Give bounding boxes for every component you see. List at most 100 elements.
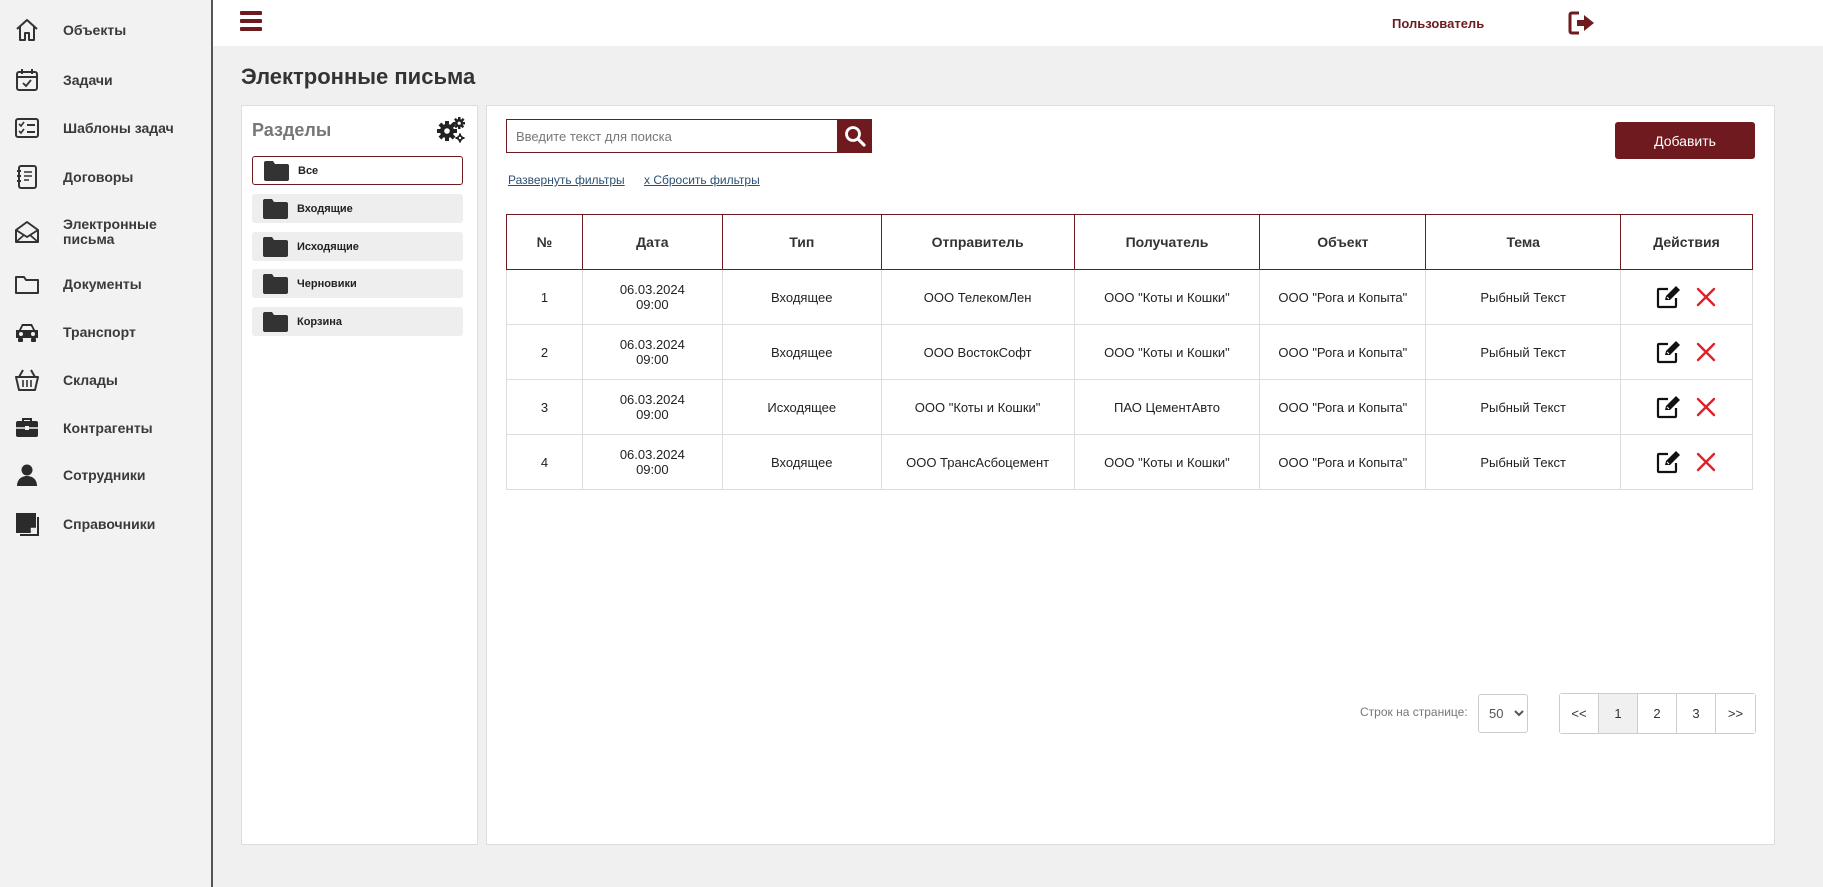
cell-num: 1 bbox=[506, 269, 583, 325]
table-row[interactable]: 2 06.03.2024 09:00 Входящее ООО ВостокСоф… bbox=[506, 324, 1753, 380]
pagination: << 1 2 3 >> bbox=[1559, 693, 1756, 734]
cell-subject: Рыбный Текст bbox=[1425, 379, 1622, 435]
page-first-button[interactable]: << bbox=[1560, 694, 1599, 733]
edit-icon[interactable] bbox=[1655, 394, 1681, 420]
date-value: 06.03.2024 bbox=[619, 337, 685, 352]
cell-num: 4 bbox=[506, 434, 583, 490]
basket-icon bbox=[13, 366, 41, 394]
expand-filters-link[interactable]: Развернуть фильтры bbox=[508, 173, 625, 187]
cell-date: 06.03.2024 09:00 bbox=[581, 434, 723, 490]
logout-icon[interactable] bbox=[1568, 11, 1596, 35]
cell-num: 2 bbox=[506, 324, 583, 380]
nav-item-warehouses[interactable]: Склады bbox=[0, 366, 211, 394]
hamburger-menu-icon[interactable] bbox=[240, 11, 262, 33]
delete-icon[interactable] bbox=[1693, 339, 1719, 365]
column-header[interactable]: № bbox=[506, 214, 583, 270]
nav-label: Контрагенты bbox=[63, 419, 153, 436]
emails-table: № Дата Тип Отправитель Получатель Объект… bbox=[506, 214, 1753, 490]
cell-sender: ООО ТрансАсбоцемент bbox=[880, 434, 1075, 490]
sidebar: Объекты Задачи Шаблоны задач Договоры Эл… bbox=[0, 0, 213, 887]
edit-icon[interactable] bbox=[1655, 339, 1681, 365]
envelope-icon bbox=[13, 218, 41, 246]
section-drafts[interactable]: Черновики bbox=[252, 269, 463, 298]
cell-object: ООО "Рога и Копыта" bbox=[1259, 269, 1427, 325]
table-row[interactable]: 4 06.03.2024 09:00 Входящее ООО ТрансАсбо… bbox=[506, 434, 1753, 490]
section-label: Входящие bbox=[297, 202, 353, 215]
date-value: 06.03.2024 bbox=[619, 282, 685, 297]
section-label: Черновики bbox=[297, 277, 357, 290]
cell-actions bbox=[1620, 269, 1753, 325]
section-outgoing[interactable]: Исходящие bbox=[252, 232, 463, 261]
cell-sender: ООО ТелекомЛен bbox=[880, 269, 1075, 325]
nav-label: Шаблоны задач bbox=[63, 119, 174, 136]
person-icon bbox=[13, 461, 41, 489]
cell-type: Входящее bbox=[721, 434, 882, 490]
section-all[interactable]: Все bbox=[252, 156, 463, 185]
search-input[interactable] bbox=[506, 119, 838, 153]
cell-sender: ООО ВостокСофт bbox=[880, 324, 1075, 380]
sections-title: Разделы bbox=[252, 120, 332, 140]
column-header: Действия bbox=[1620, 214, 1753, 270]
cell-recipient: ООО "Коты и Кошки" bbox=[1073, 434, 1261, 490]
folder-icon bbox=[263, 311, 288, 332]
cell-num: 3 bbox=[506, 379, 583, 435]
date-value: 06.03.2024 bbox=[619, 447, 685, 462]
user-link[interactable]: Пользователь bbox=[1392, 16, 1484, 31]
nav-item-contracts[interactable]: Договоры bbox=[0, 163, 211, 191]
delete-icon[interactable] bbox=[1693, 284, 1719, 310]
cell-type: Исходящее bbox=[721, 379, 882, 435]
contract-book-icon bbox=[13, 163, 41, 191]
time-value: 09:00 bbox=[636, 407, 669, 422]
column-header[interactable]: Получатель bbox=[1073, 214, 1261, 270]
section-trash[interactable]: Корзина bbox=[252, 307, 463, 336]
gears-settings-icon[interactable] bbox=[436, 116, 466, 144]
nav-label: Сотрудники bbox=[63, 466, 146, 483]
cell-type: Входящее bbox=[721, 269, 882, 325]
search-icon bbox=[845, 126, 866, 147]
date-value: 06.03.2024 bbox=[619, 392, 685, 407]
section-label: Корзина bbox=[297, 315, 342, 328]
column-header[interactable]: Дата bbox=[581, 214, 723, 270]
page-last-button[interactable]: >> bbox=[1716, 694, 1755, 733]
time-value: 09:00 bbox=[636, 297, 669, 312]
cell-object: ООО "Рога и Копыта" bbox=[1259, 324, 1427, 380]
table-row[interactable]: 3 06.03.2024 09:00 Исходящее ООО "Коты и … bbox=[506, 379, 1753, 435]
column-header[interactable]: Тема bbox=[1425, 214, 1622, 270]
nav-item-employees[interactable]: Сотрудники bbox=[0, 461, 211, 489]
nav-item-tasks[interactable]: Задачи bbox=[0, 66, 211, 94]
nav-label: Транспорт bbox=[63, 323, 136, 340]
nav-item-references[interactable]: Справочники bbox=[0, 510, 211, 538]
note-icon bbox=[13, 510, 41, 538]
nav-item-transport[interactable]: Транспорт bbox=[0, 318, 211, 346]
section-incoming[interactable]: Входящие bbox=[252, 194, 463, 223]
rows-per-page-select[interactable]: 50 bbox=[1478, 694, 1528, 733]
delete-icon[interactable] bbox=[1693, 449, 1719, 475]
search-button[interactable] bbox=[838, 119, 872, 153]
add-button[interactable]: Добавить bbox=[1615, 122, 1755, 159]
folder-icon bbox=[264, 160, 289, 181]
nav-item-task-templates[interactable]: Шаблоны задач bbox=[0, 114, 211, 142]
nav-item-counterparties[interactable]: Контрагенты bbox=[0, 414, 211, 442]
nav-item-emails[interactable]: Электронные письма bbox=[0, 216, 211, 248]
table-row[interactable]: 1 06.03.2024 09:00 Входящее ООО ТелекомЛе… bbox=[506, 269, 1753, 325]
sections-panel: Разделы Все Входящие Исходящие Черновики… bbox=[241, 105, 478, 845]
nav-item-documents[interactable]: Документы bbox=[0, 270, 211, 298]
edit-icon[interactable] bbox=[1655, 449, 1681, 475]
column-header[interactable]: Отправитель bbox=[880, 214, 1075, 270]
page-button-1[interactable]: 1 bbox=[1599, 694, 1638, 733]
page-button-3[interactable]: 3 bbox=[1677, 694, 1716, 733]
section-label: Все bbox=[298, 164, 319, 177]
section-label: Исходящие bbox=[297, 240, 359, 253]
cell-object: ООО "Рога и Копыта" bbox=[1259, 379, 1427, 435]
column-header[interactable]: Объект bbox=[1259, 214, 1427, 270]
edit-icon[interactable] bbox=[1655, 284, 1681, 310]
checklist-icon bbox=[13, 114, 41, 142]
nav-item-objects[interactable]: Объекты bbox=[0, 16, 211, 44]
cell-recipient: ООО "Коты и Кошки" bbox=[1073, 324, 1261, 380]
page-button-2[interactable]: 2 bbox=[1638, 694, 1677, 733]
column-header[interactable]: Тип bbox=[721, 214, 882, 270]
cell-actions bbox=[1620, 434, 1753, 490]
cell-recipient: ПАО ЦементАвто bbox=[1073, 379, 1261, 435]
reset-filters-link[interactable]: x Сбросить фильтры bbox=[644, 173, 760, 187]
delete-icon[interactable] bbox=[1693, 394, 1719, 420]
